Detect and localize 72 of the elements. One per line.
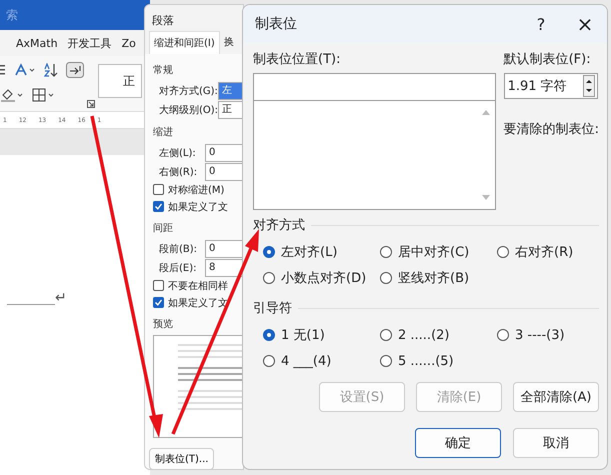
radio-option[interactable]: 2 .....(2) bbox=[380, 326, 497, 344]
dialog-launcher-icon[interactable] bbox=[87, 100, 95, 108]
checkbox[interactable] bbox=[153, 201, 164, 212]
section-title: 缩进 bbox=[153, 126, 174, 139]
field-label: 右侧(R): bbox=[159, 166, 198, 178]
fill-color-icon[interactable] bbox=[0, 88, 24, 102]
dialog-title: 制表位 bbox=[255, 15, 298, 33]
checkbox[interactable] bbox=[153, 297, 164, 308]
radio-button[interactable] bbox=[263, 329, 275, 341]
radio-button[interactable] bbox=[263, 355, 275, 367]
dialog-tab[interactable]: 缩进和间距(I) bbox=[149, 31, 220, 54]
input-field[interactable]: 0 bbox=[205, 144, 243, 162]
spin-field[interactable]: 1.91 字符 bbox=[504, 73, 598, 99]
section-title: 预览 bbox=[153, 318, 174, 331]
tabs-button[interactable]: 制表位(T)... bbox=[149, 448, 214, 469]
section-title: 间距 bbox=[153, 222, 174, 235]
radio-button[interactable] bbox=[380, 329, 392, 341]
show-marks-button[interactable] bbox=[66, 62, 84, 78]
input-field[interactable]: 左 bbox=[218, 82, 243, 100]
ribbon-tab[interactable]: Zo bbox=[122, 36, 136, 50]
help-button[interactable]: ? bbox=[519, 14, 563, 34]
input-field[interactable]: 正 bbox=[218, 100, 243, 118]
radio-option[interactable]: 右对齐(R) bbox=[497, 243, 607, 261]
close-button[interactable]: × bbox=[563, 11, 607, 37]
sort-icon[interactable] bbox=[44, 63, 58, 77]
radio-option[interactable]: 竖线对齐(B) bbox=[380, 269, 497, 287]
radio-button[interactable] bbox=[263, 246, 275, 258]
dialog-title: 段落 bbox=[151, 13, 175, 27]
checkbox[interactable] bbox=[153, 280, 164, 291]
spin-arrows-icon[interactable] bbox=[582, 75, 595, 97]
radio-button[interactable] bbox=[380, 246, 392, 258]
radio-button[interactable] bbox=[380, 272, 392, 284]
list-icon[interactable] bbox=[0, 64, 6, 76]
input-field[interactable]: 0 bbox=[205, 162, 243, 180]
checkbox-label: 对称缩进(M) bbox=[168, 184, 224, 196]
field-label: 要清除的制表位: bbox=[504, 121, 599, 139]
checkbox-label: 不要在相同样 bbox=[168, 280, 228, 292]
radio-option[interactable]: 小数点对齐(D) bbox=[263, 269, 380, 287]
section-title: 常规 bbox=[153, 64, 174, 77]
radio-option[interactable]: 3 ----(3) bbox=[497, 326, 607, 344]
field-label: 默认制表位(F): bbox=[504, 51, 592, 69]
paragraph-mark: ↵ bbox=[55, 291, 67, 305]
border-icon[interactable] bbox=[32, 88, 56, 102]
radio-button[interactable] bbox=[263, 272, 275, 284]
dialog-button[interactable]: 全部清除(A) bbox=[513, 382, 599, 412]
radio-button[interactable] bbox=[497, 329, 509, 341]
field-label: 段前(B): bbox=[159, 242, 198, 256]
dialog-button[interactable]: 确定 bbox=[415, 428, 501, 458]
ribbon-tab[interactable]: AxMath bbox=[16, 36, 58, 50]
field-label: 段后(E): bbox=[159, 262, 198, 274]
dialog-tab[interactable]: 换 bbox=[220, 31, 238, 54]
radio-option[interactable]: 1 无(1) bbox=[263, 326, 380, 344]
field-label: 制表位位置(T): bbox=[253, 51, 342, 69]
input-field[interactable]: 8 bbox=[205, 258, 243, 276]
text-effect-icon[interactable] bbox=[14, 63, 36, 77]
input-field[interactable]: 0 bbox=[205, 240, 243, 258]
tab-stop-list[interactable] bbox=[253, 100, 496, 210]
checkbox[interactable] bbox=[153, 184, 164, 195]
group-title: 引导符 bbox=[253, 300, 292, 317]
radio-button[interactable] bbox=[380, 355, 392, 367]
radio-button[interactable] bbox=[497, 246, 509, 258]
radio-option[interactable]: 4 ___(4) bbox=[263, 352, 380, 370]
ribbon-tab[interactable]: 开发工具 bbox=[68, 36, 112, 50]
input-field[interactable] bbox=[253, 73, 496, 100]
group-title: 对齐方式 bbox=[253, 217, 305, 234]
field-label: 左侧(L): bbox=[159, 146, 197, 160]
style-preview[interactable]: 正 bbox=[98, 64, 142, 98]
dialog-button[interactable]: 取消 bbox=[513, 428, 599, 458]
checkbox-label: 如果定义了文 bbox=[168, 200, 228, 214]
radio-option[interactable]: 左对齐(L) bbox=[263, 243, 380, 261]
radio-option[interactable]: 居中对齐(C) bbox=[380, 243, 497, 261]
radio-option[interactable]: 5 ......(5) bbox=[380, 352, 497, 370]
